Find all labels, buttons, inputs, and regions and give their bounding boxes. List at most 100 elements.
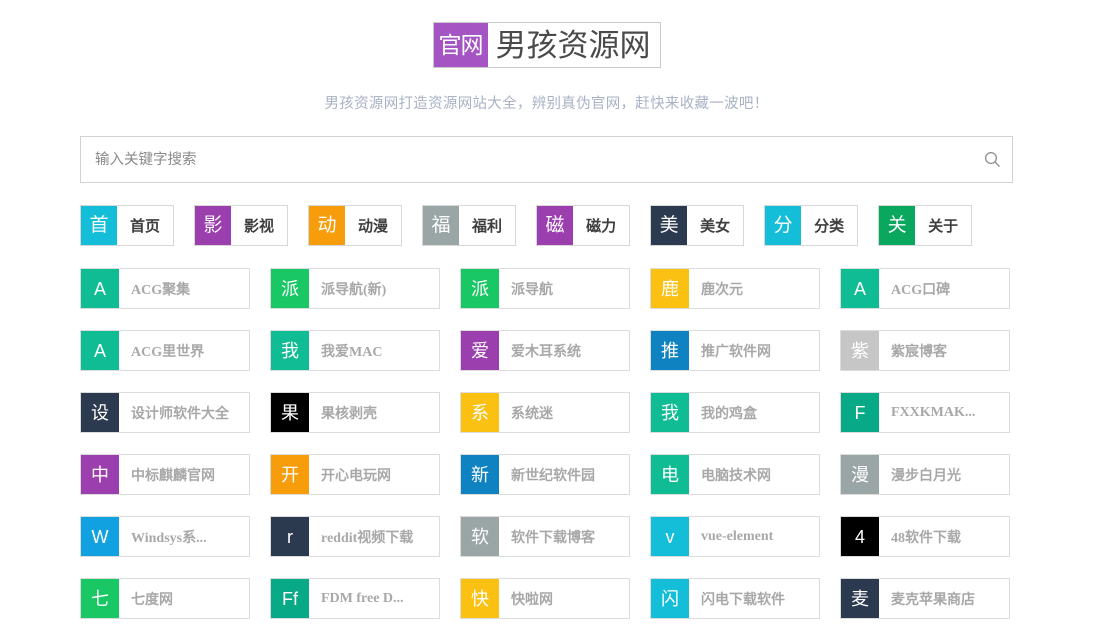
link-card-label: 紫宸博客 <box>891 344 947 360</box>
link-card[interactable]: A ACG口碑 <box>840 268 1010 309</box>
nav-tag-label: 磁力 <box>586 218 617 235</box>
site-header: 官网 男孩资源网 男孩资源网打造资源网站大全，辨别真伪官网，赶快来收藏一波吧！ <box>0 0 1093 113</box>
link-card-label: 我的鸡盒 <box>701 406 757 422</box>
link-card[interactable]: 我我的鸡盒 <box>650 392 820 433</box>
link-card-label: 派导航(新) <box>321 282 387 298</box>
link-card-label: 中标麒麟官网 <box>131 468 215 484</box>
nav-tag-2[interactable]: 动动漫 <box>308 205 403 246</box>
nav-tag-label: 美女 <box>700 218 731 235</box>
link-card-label: 果核剥壳 <box>321 406 377 422</box>
link-card[interactable]: W Windsys系... <box>80 516 250 557</box>
link-card-icon: 七 <box>81 579 119 618</box>
link-card-icon: 鹿 <box>651 269 689 308</box>
link-card[interactable]: 电电脑技术网 <box>650 454 820 495</box>
link-card-label: reddit视频下载 <box>321 530 414 546</box>
link-card[interactable]: 果果核剥壳 <box>270 392 440 433</box>
link-card[interactable]: 鹿鹿次元 <box>650 268 820 309</box>
link-card-label: 闪电下载软件 <box>701 592 785 608</box>
nav-tag-label: 分类 <box>814 218 845 235</box>
link-card-label: 开心电玩网 <box>321 468 391 484</box>
link-card-label: 派导航 <box>511 282 553 298</box>
nav-tag-5[interactable]: 美美女 <box>650 205 745 246</box>
link-card-icon: W <box>81 517 119 556</box>
link-card[interactable]: 快快啦网 <box>460 578 630 619</box>
search-bar[interactable] <box>80 136 1013 183</box>
nav-tag-icon: 福 <box>423 206 460 245</box>
link-card[interactable]: 紫紫宸博客 <box>840 330 1010 371</box>
nav-tag-3[interactable]: 福福利 <box>422 205 517 246</box>
link-card[interactable]: 派派导航 <box>460 268 630 309</box>
link-card-label: ACG口碑 <box>891 282 951 298</box>
nav-tag-0[interactable]: 首首页 <box>80 205 175 246</box>
nav-tag-label: 动漫 <box>358 218 389 235</box>
link-card-icon: 我 <box>651 393 689 432</box>
link-card-icon: 爱 <box>461 331 499 370</box>
link-card[interactable]: 闪闪电下载软件 <box>650 578 820 619</box>
link-card-icon: 设 <box>81 393 119 432</box>
link-card[interactable]: 派派导航(新) <box>270 268 440 309</box>
link-card[interactable]: 爱爱木耳系统 <box>460 330 630 371</box>
link-card-label: 电脑技术网 <box>701 468 771 484</box>
page-title: 男孩资源网 <box>495 27 651 63</box>
link-card-label: 七度网 <box>131 592 173 608</box>
link-card-icon: 紫 <box>841 331 879 370</box>
link-card-icon: 麦 <box>841 579 879 618</box>
site-logo[interactable]: 官网 男孩资源网 <box>432 22 661 68</box>
search-icon[interactable] <box>972 151 1012 168</box>
link-card-icon: 派 <box>461 269 499 308</box>
link-card-label: 我爱MAC <box>321 344 383 360</box>
link-card-label: FXXKMAK... <box>891 404 976 420</box>
link-card[interactable]: A ACG聚集 <box>80 268 250 309</box>
link-card-label: 软件下载博客 <box>511 530 595 546</box>
link-card[interactable]: 新新世纪软件园 <box>460 454 630 495</box>
link-card-label: 漫步白月光 <box>891 468 961 484</box>
nav-tag-6[interactable]: 分分类 <box>764 205 859 246</box>
link-card-icon: 漫 <box>841 455 879 494</box>
link-card-label: 麦克苹果商店 <box>891 592 975 608</box>
link-card[interactable]: 系系统迷 <box>460 392 630 433</box>
link-card-label: 鹿次元 <box>701 282 743 298</box>
link-card-label: FDM free D... <box>321 590 404 606</box>
link-card-icon: 电 <box>651 455 689 494</box>
link-card-icon: 4 <box>841 517 879 556</box>
link-card-icon: Ff <box>271 579 309 618</box>
link-card-icon: A <box>841 269 879 308</box>
link-card-icon: 派 <box>271 269 309 308</box>
link-card[interactable]: 七七度网 <box>80 578 250 619</box>
link-card-label: vue-element <box>701 528 774 544</box>
link-card-icon: 软 <box>461 517 499 556</box>
search-input[interactable] <box>81 137 972 182</box>
link-card-label: 设计师软件大全 <box>131 406 229 422</box>
nav-tag-1[interactable]: 影影视 <box>194 205 289 246</box>
link-card-label: Windsys系... <box>131 530 207 546</box>
link-card[interactable]: 4 48软件下载 <box>840 516 1010 557</box>
link-card[interactable]: 漫漫步白月光 <box>840 454 1010 495</box>
link-card[interactable]: 中中标麒麟官网 <box>80 454 250 495</box>
link-card-icon: A <box>81 269 119 308</box>
nav-tag-icon: 美 <box>651 206 688 245</box>
link-card-label: 推广软件网 <box>701 344 771 360</box>
nav-tag-icon: 磁 <box>537 206 574 245</box>
nav-tag-7[interactable]: 关关于 <box>878 205 973 246</box>
link-card-icon: 我 <box>271 331 309 370</box>
link-card-icon: 中 <box>81 455 119 494</box>
link-card[interactable]: F FXXKMAK... <box>840 392 1010 433</box>
nav-tag-icon: 首 <box>81 206 117 245</box>
link-card[interactable]: 软软件下载博客 <box>460 516 630 557</box>
link-card[interactable]: 我我爱MAC <box>270 330 440 371</box>
nav-tag-icon: 动 <box>309 206 346 245</box>
link-card[interactable]: 开开心电玩网 <box>270 454 440 495</box>
nav-tag-label: 福利 <box>472 218 503 235</box>
link-card[interactable]: 推推广软件网 <box>650 330 820 371</box>
link-card[interactable]: r reddit视频下载 <box>270 516 440 557</box>
link-card-label: ACG聚集 <box>131 282 191 298</box>
link-card[interactable]: v vue-element <box>650 516 820 557</box>
link-card-label: 爱木耳系统 <box>511 344 581 360</box>
link-card[interactable]: Ff FDM free D... <box>270 578 440 619</box>
link-card[interactable]: A ACG里世界 <box>80 330 250 371</box>
link-card[interactable]: 设设计师软件大全 <box>80 392 250 433</box>
nav-tag-4[interactable]: 磁磁力 <box>536 205 631 246</box>
link-card-label: 系统迷 <box>511 406 553 422</box>
link-card-icon: 推 <box>651 331 689 370</box>
link-card[interactable]: 麦麦克苹果商店 <box>840 578 1010 619</box>
